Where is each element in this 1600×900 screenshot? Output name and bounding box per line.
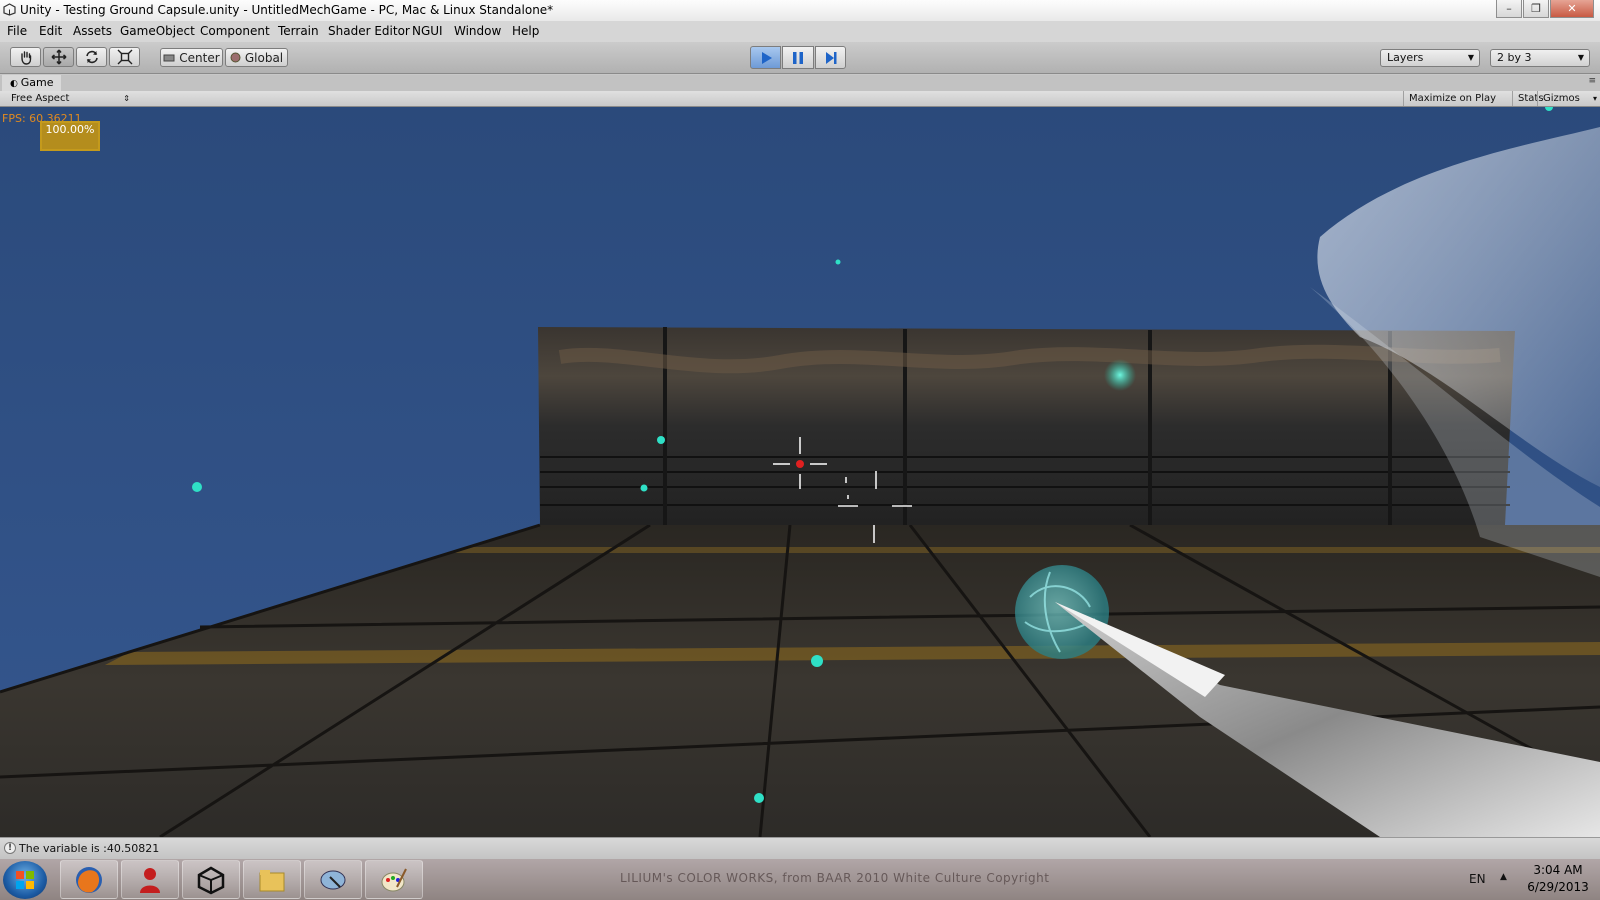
tab-game[interactable]: ◐ Game bbox=[2, 75, 62, 91]
dropdown-arrow-icon: ⇕ bbox=[123, 94, 130, 103]
pause-icon bbox=[793, 51, 803, 64]
taskbar-unity[interactable] bbox=[182, 860, 240, 899]
windows-logo-icon bbox=[16, 871, 34, 889]
pivot-global-label: Global bbox=[244, 50, 284, 65]
file-explorer-icon bbox=[259, 869, 285, 891]
rotate-icon bbox=[85, 50, 98, 64]
window-title-bar: Unity - Testing Ground Capsule.unity - U… bbox=[0, 0, 1600, 21]
dropdown-arrow-icon: ▼ bbox=[1467, 53, 1474, 62]
aspect-dropdown[interactable]: Free Aspect ⇕ bbox=[6, 91, 134, 106]
close-button[interactable]: ✕ bbox=[1550, 0, 1594, 18]
dropdown-arrow-icon: ▾ bbox=[1592, 94, 1597, 103]
menu-window[interactable]: Window bbox=[454, 24, 501, 38]
taskbar-paint[interactable] bbox=[365, 860, 423, 899]
taskbar-person-app[interactable] bbox=[121, 860, 179, 899]
tab-menu-icon[interactable]: ≡ bbox=[1588, 76, 1596, 86]
aspect-dropdown-label: Free Aspect bbox=[11, 93, 70, 104]
taskbar-clock[interactable]: 3:04 AM 6/29/2013 bbox=[1518, 862, 1598, 896]
move-tool-button[interactable] bbox=[43, 47, 74, 67]
gizmos-dropdown[interactable]: Gizmos ▾ bbox=[1537, 91, 1600, 106]
game-viewport[interactable] bbox=[0, 107, 1600, 837]
restore-button[interactable]: ❐ bbox=[1523, 0, 1549, 18]
paint-icon bbox=[381, 868, 407, 891]
menu-bar: File Edit Assets GameObject Component Te… bbox=[0, 21, 1600, 42]
dropdown-arrow-icon: ▼ bbox=[1577, 53, 1584, 62]
clock-time: 3:04 AM bbox=[1533, 863, 1583, 877]
globe-icon bbox=[230, 52, 241, 63]
console-status-bar[interactable]: ! The variable is :40.50821 bbox=[0, 837, 1600, 859]
menu-shader-editor[interactable]: Shader Editor bbox=[328, 24, 410, 38]
layout-dropdown[interactable]: 2 by 3 ▼ bbox=[1490, 49, 1590, 67]
taskbar-app[interactable] bbox=[304, 860, 362, 899]
app-icon bbox=[320, 870, 346, 889]
menu-file[interactable]: File bbox=[7, 24, 27, 38]
gizmos-label: Gizmos bbox=[1543, 93, 1580, 104]
menu-help[interactable]: Help bbox=[512, 24, 539, 38]
minimize-button[interactable]: – bbox=[1496, 0, 1522, 18]
windows-taskbar: LILIUM's COLOR WORKS, from BAAR 2010 Whi… bbox=[0, 859, 1600, 900]
menu-terrain[interactable]: Terrain bbox=[278, 24, 319, 38]
game-tab-strip: ◐ Game ≡ bbox=[0, 75, 1600, 91]
start-button[interactable] bbox=[3, 861, 47, 899]
language-indicator[interactable]: EN bbox=[1469, 872, 1486, 886]
unity-logo-icon bbox=[3, 3, 16, 16]
maximize-on-play-label: Maximize on Play bbox=[1409, 93, 1497, 104]
wallpaper-text: LILIUM's COLOR WORKS, from BAAR 2010 Whi… bbox=[620, 871, 1050, 885]
pause-button[interactable] bbox=[782, 46, 814, 69]
window-title: Unity - Testing Ground Capsule.unity - U… bbox=[20, 3, 554, 17]
game-tab-icon: ◐ bbox=[10, 79, 21, 89]
step-button[interactable] bbox=[815, 46, 846, 69]
firefox-icon bbox=[76, 866, 102, 893]
taskbar-file-explorer[interactable] bbox=[243, 860, 301, 899]
menu-assets[interactable]: Assets bbox=[73, 24, 112, 38]
clock-date: 6/29/2013 bbox=[1527, 880, 1589, 894]
person-app-icon bbox=[140, 867, 160, 893]
pivot-center-icon bbox=[163, 54, 175, 61]
menu-edit[interactable]: Edit bbox=[39, 24, 62, 38]
tray-expand-icon[interactable]: ▲ bbox=[1500, 872, 1507, 882]
hand-tool-button[interactable] bbox=[10, 47, 41, 67]
game-view-toolbar: Free Aspect ⇕ Maximize on Play Stats Giz… bbox=[0, 91, 1600, 107]
menu-gameobject[interactable]: GameObject bbox=[120, 24, 195, 38]
play-icon bbox=[761, 51, 772, 64]
rotate-tool-button[interactable] bbox=[76, 47, 107, 67]
scale-icon bbox=[117, 49, 132, 65]
menu-ngui[interactable]: NGUI bbox=[412, 24, 443, 38]
play-button[interactable] bbox=[750, 46, 781, 69]
scale-tool-button[interactable] bbox=[109, 47, 140, 67]
info-icon: ! bbox=[4, 842, 16, 854]
game-scene bbox=[0, 107, 1600, 837]
move-icon bbox=[51, 49, 66, 65]
editor-toolbar: Center Global Layers ▼ 2 by 3 ▼ bbox=[0, 42, 1600, 74]
unity-icon bbox=[197, 866, 225, 894]
menu-component[interactable]: Component bbox=[200, 24, 270, 38]
layers-dropdown-label: Layers bbox=[1387, 51, 1424, 64]
pivot-center-label: Center bbox=[179, 50, 220, 65]
taskbar-firefox[interactable] bbox=[60, 860, 118, 899]
hand-icon bbox=[20, 51, 31, 65]
maximize-on-play-toggle[interactable]: Maximize on Play bbox=[1403, 91, 1501, 106]
step-icon bbox=[825, 51, 836, 64]
status-message: The variable is :40.50821 bbox=[19, 842, 160, 855]
pivot-global-toggle[interactable]: Global bbox=[225, 48, 288, 67]
layout-dropdown-label: 2 by 3 bbox=[1497, 51, 1532, 64]
health-indicator: 100.00% bbox=[40, 121, 100, 151]
game-tab-label: Game bbox=[20, 76, 54, 89]
layers-dropdown[interactable]: Layers ▼ bbox=[1380, 49, 1480, 67]
pivot-center-toggle[interactable]: Center bbox=[160, 48, 223, 67]
